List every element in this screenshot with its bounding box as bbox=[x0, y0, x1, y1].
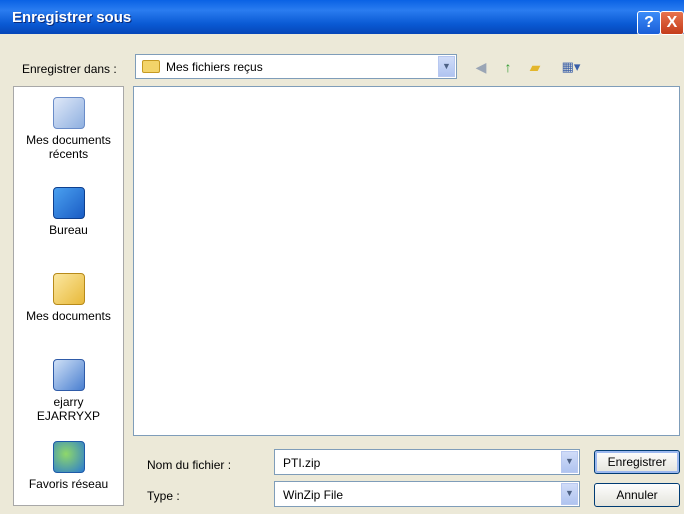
save-button[interactable]: Enregistrer bbox=[594, 450, 680, 474]
chevron-down-icon[interactable]: ▼ bbox=[561, 451, 578, 473]
lookin-dropdown[interactable]: Mes fichiers reçus ▼ bbox=[135, 54, 457, 79]
place-label: ejarry EJARRYXP bbox=[36, 395, 101, 423]
lookin-label: Enregistrer dans : bbox=[22, 62, 117, 76]
chevron-down-icon[interactable]: ▼ bbox=[438, 56, 455, 77]
desktop-icon bbox=[52, 187, 85, 219]
place-label: Favoris réseau bbox=[28, 477, 109, 491]
up-folder-icon[interactable]: ↑ bbox=[498, 57, 518, 77]
lookin-value: Mes fichiers reçus bbox=[166, 60, 263, 74]
close-button[interactable]: X bbox=[660, 11, 684, 35]
cancel-button[interactable]: Annuler bbox=[594, 483, 680, 507]
filename-field[interactable]: PTI.zip ▼ bbox=[274, 449, 580, 475]
filename-value: PTI.zip bbox=[283, 456, 321, 470]
places-bar: Mes documents récents Bureau Mes documen… bbox=[13, 86, 124, 506]
place-network[interactable]: Favoris réseau bbox=[14, 441, 123, 491]
place-recent-documents[interactable]: Mes documents récents bbox=[14, 97, 123, 161]
place-label: Mes documents récents bbox=[26, 133, 111, 161]
place-label: Bureau bbox=[49, 223, 88, 237]
place-label: Mes documents bbox=[26, 309, 111, 323]
folder-icon bbox=[142, 60, 160, 73]
filetype-dropdown[interactable]: WinZip File ▼ bbox=[274, 481, 580, 507]
place-my-documents[interactable]: Mes documents bbox=[14, 273, 123, 323]
new-folder-icon[interactable]: ▰ bbox=[525, 57, 545, 77]
filename-label: Nom du fichier : bbox=[147, 458, 232, 472]
network-places-icon bbox=[52, 441, 85, 473]
my-computer-icon bbox=[52, 359, 85, 391]
views-menu-icon[interactable]: ▦▾ bbox=[555, 57, 587, 77]
title-bar[interactable]: Enregistrer sous ? X bbox=[0, 0, 684, 35]
place-my-computer[interactable]: ejarry EJARRYXP bbox=[14, 359, 123, 423]
file-list[interactable] bbox=[133, 86, 680, 436]
back-icon[interactable]: ◀ bbox=[471, 57, 491, 77]
my-documents-icon bbox=[52, 273, 85, 305]
window-title: Enregistrer sous bbox=[12, 9, 132, 26]
recent-documents-icon bbox=[52, 97, 85, 129]
help-button[interactable]: ? bbox=[637, 11, 661, 35]
place-desktop[interactable]: Bureau bbox=[14, 187, 123, 237]
filetype-label: Type : bbox=[147, 489, 180, 503]
filetype-value: WinZip File bbox=[283, 488, 344, 502]
chevron-down-icon[interactable]: ▼ bbox=[561, 483, 578, 505]
